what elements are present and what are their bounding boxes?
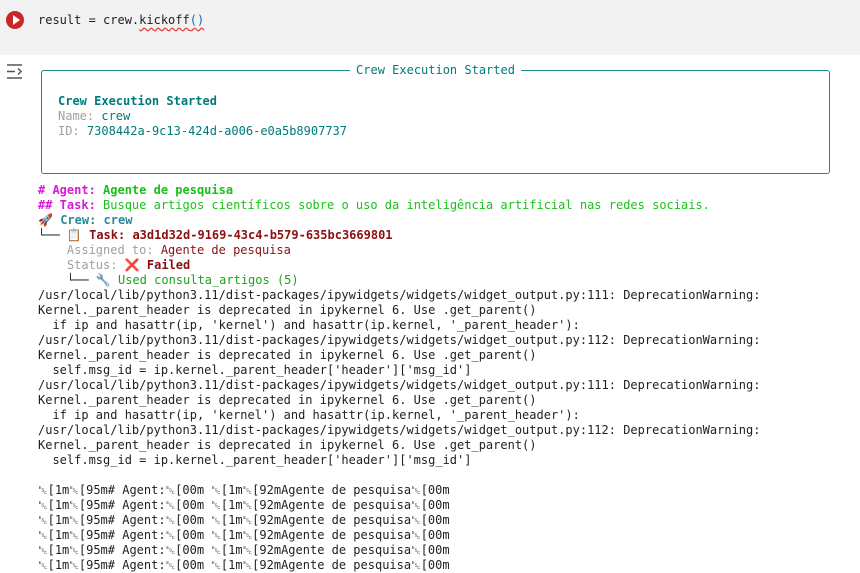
warning-line: Kernel._parent_header is deprecated in i… <box>38 438 537 452</box>
assigned-label: Assigned to: <box>66 243 161 257</box>
crew-execution-panel: Crew Execution Started Crew Execution St… <box>41 63 830 174</box>
code-prefix: result = crew. <box>38 13 140 27</box>
warning-line: self.msg_id = ip.kernel._parent_header['… <box>38 453 472 467</box>
ansi-line: ␛[1m␛[95m# Agent:␛[00m ␛[1m␛[92mAgente d… <box>38 558 450 572</box>
ansi-line: ␛[1m␛[95m# Agent:␛[00m ␛[1m␛[92mAgente d… <box>38 528 450 542</box>
status-value: Failed <box>146 258 191 272</box>
id-label: ID: <box>58 124 80 138</box>
task-prefix: ## Task: <box>38 198 104 212</box>
code-cell[interactable]: result = crew.kickoff() <box>0 0 860 55</box>
rocket-icon: 🚀 <box>38 213 53 227</box>
tool-label: Used consulta_artigos (5) <box>118 273 299 287</box>
code-editor[interactable]: result = crew.kickoff() <box>38 13 204 27</box>
ansi-line: ␛[1m␛[95m# Agent:␛[00m ␛[1m␛[92mAgente d… <box>38 498 450 512</box>
output-collapse-icon[interactable] <box>6 63 23 80</box>
id-value: 7308442a-9c13-424d-a006-e0a5b8907737 <box>86 124 348 138</box>
task-label: Task: a3d1d32d-9169-43c4-b579-635bc36698… <box>89 228 393 242</box>
ansi-line: ␛[1m␛[95m# Agent:␛[00m ␛[1m␛[92mAgente d… <box>38 513 450 527</box>
status-label: Status: <box>66 258 125 272</box>
name-label: Name: <box>58 109 95 123</box>
warning-line: if ip and hasattr(ip, 'kernel') and hasa… <box>38 408 580 422</box>
clipboard-icon: 📋 <box>66 228 82 242</box>
ansi-line: ␛[1m␛[95m# Agent:␛[00m ␛[1m␛[92mAgente d… <box>38 483 450 497</box>
name-value: crew <box>101 109 131 123</box>
agent-prefix: # Agent: <box>38 183 104 197</box>
warning-line: self.msg_id = ip.kernel._parent_header['… <box>38 363 472 377</box>
task-text: Busque artigos científicos sobre o uso d… <box>103 198 710 212</box>
wrench-icon: 🔧 <box>95 273 111 287</box>
warning-line: /usr/local/lib/python3.11/dist-packages/… <box>38 423 761 437</box>
panel-heading: Crew Execution Started <box>58 94 217 108</box>
code-parens: () <box>189 13 205 27</box>
warning-line: Kernel._parent_header is deprecated in i… <box>38 348 537 362</box>
warning-line: /usr/local/lib/python3.11/dist-packages/… <box>38 288 761 302</box>
warning-line: Kernel._parent_header is deprecated in i… <box>38 303 537 317</box>
warning-line: Kernel._parent_header is deprecated in i… <box>38 393 537 407</box>
warning-line: if ip and hasattr(ip, 'kernel') and hasa… <box>38 318 580 332</box>
warning-line: /usr/local/lib/python3.11/dist-packages/… <box>38 333 761 347</box>
code-method: kickoff <box>139 13 190 27</box>
play-icon <box>12 15 20 25</box>
agent-name: Agente de pesquisa <box>103 183 234 197</box>
crew-label: Crew: crew <box>60 213 133 227</box>
ansi-line: ␛[1m␛[95m# Agent:␛[00m ␛[1m␛[92mAgente d… <box>38 543 450 557</box>
warning-line: /usr/local/lib/python3.11/dist-packages/… <box>38 378 761 392</box>
failed-icon: ❌ <box>124 258 140 272</box>
panel-title: Crew Execution Started <box>350 63 521 77</box>
panel-body: Crew Execution Started Name: crew ID: 73… <box>58 94 347 139</box>
run-cell-button[interactable] <box>6 11 24 29</box>
cell-output: # Agent: Agente de pesquisa ## Task: Bus… <box>38 183 858 573</box>
tree-branch: └── <box>66 273 96 287</box>
assigned-value: Agente de pesquisa <box>160 243 291 257</box>
tree-branch: └── <box>38 228 67 242</box>
